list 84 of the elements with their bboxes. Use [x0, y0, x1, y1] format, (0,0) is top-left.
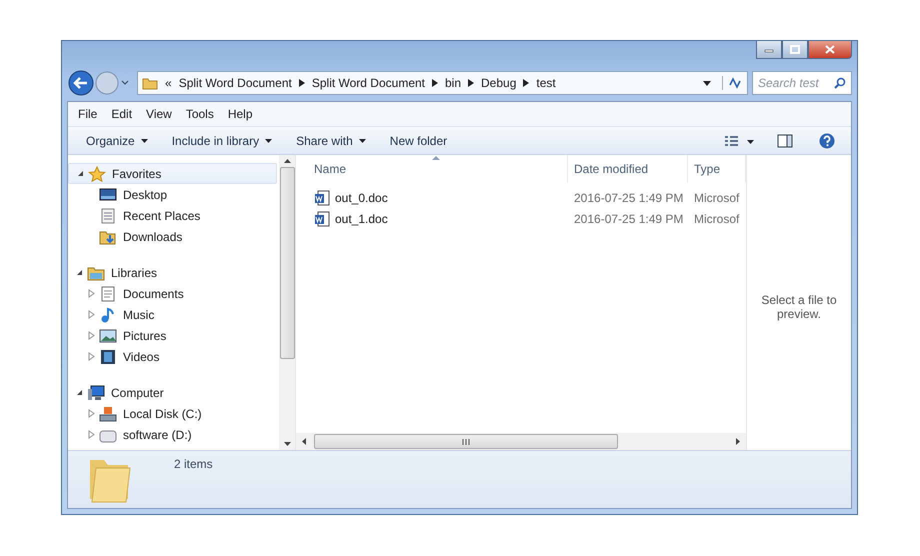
downloads-icon [99, 228, 117, 244]
disk-icon [99, 406, 117, 422]
folder-icon [142, 76, 158, 90]
menu-item[interactable]: Tools [186, 107, 214, 121]
toolbar-button[interactable]: Organize [78, 134, 156, 148]
computer-icon [87, 384, 105, 400]
arrow-icon[interactable] [523, 79, 530, 87]
scroll-right-icon[interactable] [736, 438, 740, 445]
expander-icon[interactable] [76, 389, 84, 396]
nav-item[interactable]: Pictures [68, 325, 277, 346]
sort-arrow-icon [432, 156, 440, 160]
library-icon [87, 264, 105, 280]
document-icon [314, 210, 330, 226]
expander-icon[interactable] [76, 269, 84, 276]
minimize-icon [764, 46, 774, 52]
maximize-button[interactable] [782, 41, 808, 59]
caret-icon [265, 138, 272, 142]
arrow-icon[interactable] [298, 79, 305, 87]
pictures-icon [99, 328, 117, 344]
desktop-icon [99, 186, 117, 202]
expander-icon[interactable] [77, 170, 85, 177]
breadcrumb[interactable]: Split Word Document [312, 76, 425, 90]
toolbar-button[interactable]: Share with [288, 134, 374, 148]
nav-item[interactable]: Videos [68, 346, 277, 367]
refresh-icon[interactable] [722, 76, 743, 90]
nav-item[interactable]: software (D:) [68, 424, 277, 445]
file-name[interactable]: out_0.doc [335, 190, 388, 204]
menu-item[interactable]: View [146, 107, 172, 121]
caret-icon [140, 138, 148, 142]
preview-pane-icon[interactable] [777, 134, 793, 148]
close-icon [825, 45, 835, 54]
minimize-button[interactable] [756, 41, 782, 59]
menu-item[interactable]: Edit [111, 107, 132, 121]
documents-icon [99, 286, 117, 302]
nav-item[interactable]: Favorites [68, 163, 277, 184]
toolbar-button[interactable]: Include in library [164, 134, 280, 148]
breadcrumb[interactable]: Debug [481, 76, 516, 90]
preview-message: Select a file to preview. [760, 292, 838, 320]
overflow-chevron[interactable]: « [165, 76, 172, 90]
nav-item[interactable]: Desktop [68, 184, 277, 205]
search-icon [834, 77, 846, 89]
help-icon[interactable] [819, 132, 835, 148]
scroll-down-icon[interactable] [284, 442, 290, 446]
scroll-left-icon[interactable] [302, 438, 306, 445]
toolbar-button[interactable]: New folder [382, 134, 456, 148]
search-field[interactable]: Search test [752, 71, 852, 95]
star-icon [88, 166, 106, 182]
breadcrumb[interactable]: Split Word Document [178, 76, 292, 90]
arrow-icon[interactable] [468, 79, 474, 87]
music-icon [99, 306, 117, 322]
nav-item[interactable]: Recent Places [68, 205, 277, 226]
scrollbar[interactable] [296, 433, 746, 450]
nav-item[interactable]: Computer [68, 382, 277, 403]
document-icon [314, 190, 330, 206]
nav-item[interactable]: Libraries [68, 262, 277, 283]
address-bar[interactable]: « Split Word Document Split Word Document bin Debug test [137, 71, 748, 95]
arrow-icon[interactable] [432, 79, 438, 87]
recent-icon [99, 208, 117, 224]
column-header[interactable]: Date modified [568, 155, 688, 183]
caret-icon [358, 138, 366, 142]
column-header[interactable]: Type [688, 155, 746, 183]
menu-item[interactable]: Help [228, 107, 253, 121]
table-cell-text: 2016-07-25 1:49 PM [573, 190, 684, 204]
maximize-icon [790, 45, 800, 54]
menu-item[interactable]: File [78, 107, 98, 121]
file-name[interactable]: out_1.doc [335, 212, 388, 226]
breadcrumb[interactable]: bin [445, 76, 462, 90]
grip-icon[interactable] [462, 438, 470, 444]
nav-item[interactable]: Downloads [68, 226, 277, 247]
view-options-icon[interactable] [725, 134, 755, 146]
nav-item[interactable]: Music [68, 304, 277, 325]
table-cell-text: Microsof [693, 212, 740, 226]
item-count: 2 items [174, 457, 213, 471]
breadcrumb[interactable]: test [536, 76, 556, 90]
scrollbar[interactable] [279, 155, 295, 450]
nav-item[interactable]: Documents [68, 283, 277, 304]
dropdown-arrow-icon[interactable] [703, 80, 711, 86]
scroll-up-icon[interactable] [284, 159, 290, 163]
column-header[interactable]: Name [296, 155, 568, 183]
table-cell-text: 2016-07-25 1:49 PM [573, 212, 684, 226]
nav-item[interactable]: Local Disk (C:) [68, 403, 277, 424]
table-cell-text: Microsof [693, 190, 740, 204]
close-button[interactable] [808, 41, 852, 59]
videos-icon [99, 348, 117, 364]
